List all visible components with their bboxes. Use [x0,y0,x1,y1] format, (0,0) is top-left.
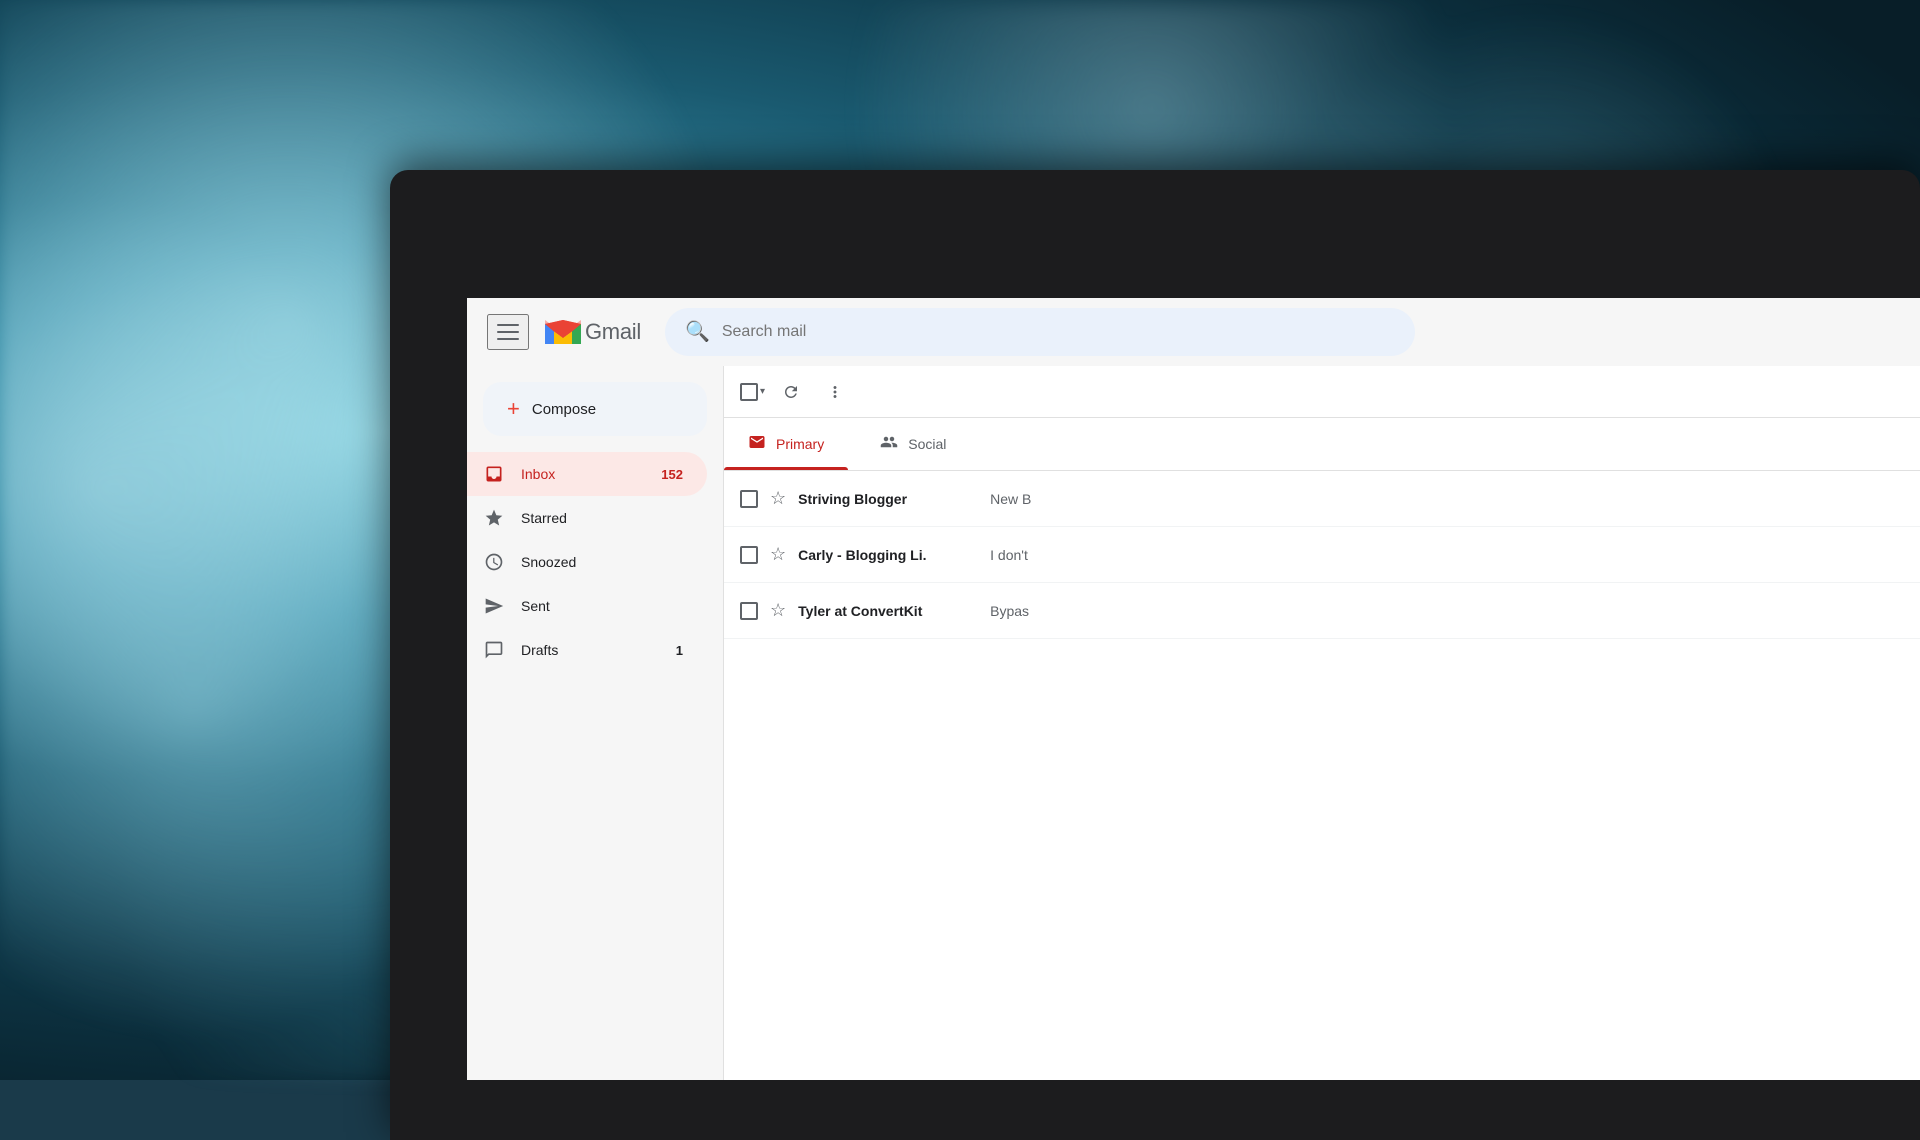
send-icon [483,595,505,617]
social-tab-label: Social [908,436,946,452]
sidebar: + Compose Inbox 152 [467,366,723,1080]
email-preview-3: Bypas [990,603,1904,619]
sidebar-item-inbox[interactable]: Inbox 152 [467,452,707,496]
drafts-count: 1 [676,643,683,658]
hamburger-menu-button[interactable] [487,314,529,350]
search-input[interactable] [722,323,1395,341]
email-sender-1: Striving Blogger [798,491,978,507]
more-options-button[interactable] [817,374,853,410]
email-row[interactable]: ☆ Striving Blogger New B [724,471,1920,527]
hamburger-line-1 [497,324,519,326]
star-icon-1[interactable]: ☆ [770,488,786,509]
sidebar-item-sent[interactable]: Sent [467,584,707,628]
drafts-icon [483,639,505,661]
main-content: + Compose Inbox 152 [467,366,1920,1080]
clock-icon [483,551,505,573]
hamburger-line-2 [497,331,519,333]
snoozed-label: Snoozed [521,554,683,570]
sent-label: Sent [521,598,683,614]
email-row[interactable]: ☆ Carly - Blogging Li. I don't [724,527,1920,583]
email-checkbox-2[interactable] [740,546,758,564]
email-row[interactable]: ☆ Tyler at ConvertKit Bypas [724,583,1920,639]
hamburger-line-3 [497,338,519,340]
inbox-label: Inbox [521,466,645,482]
email-toolbar: ▾ [724,366,1920,418]
gmail-title: Gmail [585,319,641,345]
compose-label: Compose [532,401,596,418]
email-checkbox-1[interactable] [740,490,758,508]
select-all-dropdown[interactable]: ▾ [740,383,765,401]
star-icon [483,507,505,529]
star-icon-2[interactable]: ☆ [770,544,786,565]
starred-label: Starred [521,510,683,526]
email-sender-2: Carly - Blogging Li. [798,547,978,563]
search-bar[interactable]: 🔍 [665,308,1415,356]
sidebar-item-starred[interactable]: Starred [467,496,707,540]
gmail-screen: Gmail 🔍 + Compose Inbox 152 [467,298,1920,1080]
tabs-bar: Primary Social [724,418,1920,471]
inbox-count: 152 [661,467,683,482]
gmail-logo: Gmail [545,318,641,345]
topbar: Gmail 🔍 [467,298,1920,366]
primary-tab-icon [748,433,766,456]
compose-plus-icon: + [507,398,520,420]
email-area: ▾ [723,366,1920,1080]
inbox-icon [483,463,505,485]
email-preview-1: New B [990,491,1904,507]
sidebar-item-snoozed[interactable]: Snoozed [467,540,707,584]
tab-social[interactable]: Social [856,418,970,470]
select-all-chevron-icon[interactable]: ▾ [760,386,765,397]
search-icon: 🔍 [685,319,710,344]
select-all-checkbox[interactable] [740,383,758,401]
email-sender-3: Tyler at ConvertKit [798,603,978,619]
gmail-m-icon [545,318,581,345]
tab-primary[interactable]: Primary [724,418,848,470]
social-tab-icon [880,433,898,456]
drafts-label: Drafts [521,642,660,658]
email-preview-2: I don't [990,547,1904,563]
primary-tab-label: Primary [776,436,824,452]
sidebar-item-drafts[interactable]: Drafts 1 [467,628,707,672]
email-checkbox-3[interactable] [740,602,758,620]
refresh-button[interactable] [773,374,809,410]
star-icon-3[interactable]: ☆ [770,600,786,621]
email-list: ☆ Striving Blogger New B ☆ Carly - Blogg… [724,471,1920,1080]
compose-button[interactable]: + Compose [483,382,707,436]
